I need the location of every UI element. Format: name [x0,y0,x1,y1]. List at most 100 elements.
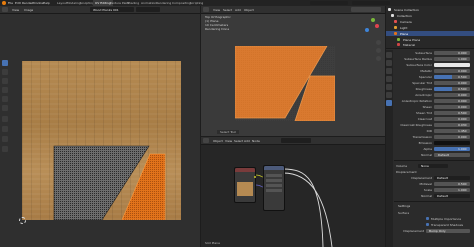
prop-value: 0.000 [458,69,467,73]
camera-view-icon[interactable] [376,56,381,61]
mapping-field-4[interactable] [266,189,282,192]
pinch-tool-icon[interactable] [2,146,8,152]
annotate-tool-icon[interactable] [2,116,8,122]
output-props-icon[interactable] [386,68,392,74]
outliner-label: Material [403,43,416,47]
image-editor-toolbar [2,60,10,152]
panel-divider [394,201,474,202]
shading-buttons[interactable] [351,7,381,12]
outliner-row[interactable]: Plane [386,31,474,36]
image-texture-output-socket[interactable] [254,176,256,178]
settings-panel-title[interactable]: Settings [398,204,410,208]
uv-island-dark[interactable] [22,61,181,220]
grab-tool-icon[interactable] [2,126,8,132]
transform-tool-icon[interactable] [2,105,8,111]
menu-file[interactable]: File [8,1,13,5]
viewport-header: View Select Add Object [201,6,385,14]
rotate-tool-icon[interactable] [2,87,8,93]
object-props-icon[interactable] [386,84,392,90]
prop-label: Specular Tint [412,81,432,85]
scale-tool-icon[interactable] [2,96,8,102]
select-tool-icon[interactable] [2,60,8,66]
viewport-menu-view[interactable]: View [213,8,220,12]
prop-label: Displacement [403,229,424,233]
cursor-tool-icon[interactable] [2,69,8,75]
prop-label: Scale [423,188,432,192]
image-view-menu[interactable]: View [12,8,19,12]
3d-viewport: View Select Add Object Top Orthographic … [201,6,385,136]
viewport-menu-select[interactable]: Select [223,8,232,12]
prop-label: Transparent Shadows [431,223,464,227]
prop-value: 0.000 [458,93,467,97]
prop-row: Displacement Bump Only [394,228,474,234]
gizmo-x-icon[interactable] [375,24,379,28]
modifier-props-icon[interactable] [386,92,392,98]
view-layer-selector[interactable] [352,1,390,5]
prop-label: Multiple Importance [431,217,462,221]
prop-label: Transmission [412,135,432,139]
prop-value: 0.000 [458,117,467,121]
prop-value: 0.000 [458,105,467,109]
menu-help[interactable]: Help [43,1,50,5]
outliner-row[interactable]: Camera [386,19,474,24]
uv-cursor-icon[interactable] [19,217,26,224]
gizmo-y-icon[interactable] [371,18,375,22]
scene-collection-icon [388,8,391,11]
relax-tool-icon[interactable] [2,136,8,142]
subsurface-color-swatch[interactable] [434,63,470,67]
render-props-icon[interactable] [386,60,392,66]
prop-label: Sheen Tint [415,111,432,115]
editor-type-icon[interactable] [2,7,8,12]
prop-label: Roughness [415,87,432,91]
mapping-field-2[interactable] [266,179,282,182]
mapping-field-3[interactable] [266,184,282,187]
prop-value: 1.450 [458,129,467,133]
image-menu[interactable]: Image [24,8,33,12]
outliner-label: Scene Collection [394,8,419,12]
material-properties: Subsurface 0.000 Subsurface Radius 1.000 S… [394,50,474,247]
prop-label: Surface [398,211,410,215]
outliner-row[interactable]: Scene Collection [386,7,474,12]
prop-label: Anisotropic [415,93,432,97]
camera-icon [394,20,397,23]
outliner-row[interactable]: Light [386,25,474,30]
prop-value: 1.000 [458,57,467,61]
prop-value: 1.000 [458,147,467,151]
navigation-gizmo[interactable] [363,16,383,36]
image-texture-node[interactable] [234,167,256,203]
menu-edit[interactable]: Edit [15,1,21,5]
prop-label: Emission [418,141,432,145]
tool-props-icon[interactable] [386,52,392,58]
checkbox[interactable] [426,223,429,226]
mesh-icon [394,32,397,35]
gizmo-z-icon[interactable] [365,28,369,32]
move-tool-icon[interactable] [2,78,8,84]
outliner-label: Plane [400,32,409,36]
pan-icon[interactable] [376,48,381,53]
plane-mesh[interactable] [235,46,335,121]
scene-selector[interactable] [310,1,348,5]
prop-row: Normal Default [394,152,474,158]
material-props-icon[interactable] [386,100,392,106]
viewport-menu-add[interactable]: Add [235,8,241,12]
viewport-menu-object[interactable]: Object [244,8,254,12]
image-browse-icon[interactable] [136,7,160,12]
scene-props-icon[interactable] [386,76,392,82]
prop-value: Bump Only [429,229,446,233]
prop-value: 0.000 [458,51,467,55]
tool-status: Select Tool [217,130,240,134]
blender-logo-icon[interactable] [2,1,6,5]
prop-label: Volume [396,164,408,168]
image-name[interactable]: Wood Planks 001 [93,8,133,12]
viewport-editor-type-icon[interactable] [203,7,209,12]
mapping-field-1[interactable] [266,174,282,177]
checkbox[interactable] [426,217,429,220]
outliner-row[interactable]: Material [386,42,474,47]
outliner-row[interactable]: Collection [386,13,474,18]
emission-color-swatch[interactable] [434,141,470,145]
zoom-icon[interactable] [376,40,381,45]
prop-value: 0.500 [458,87,467,91]
outliner-label: Camera [400,20,412,24]
prop-label: Anisotropic Rotation [401,99,432,103]
mapping-node[interactable] [263,165,285,211]
